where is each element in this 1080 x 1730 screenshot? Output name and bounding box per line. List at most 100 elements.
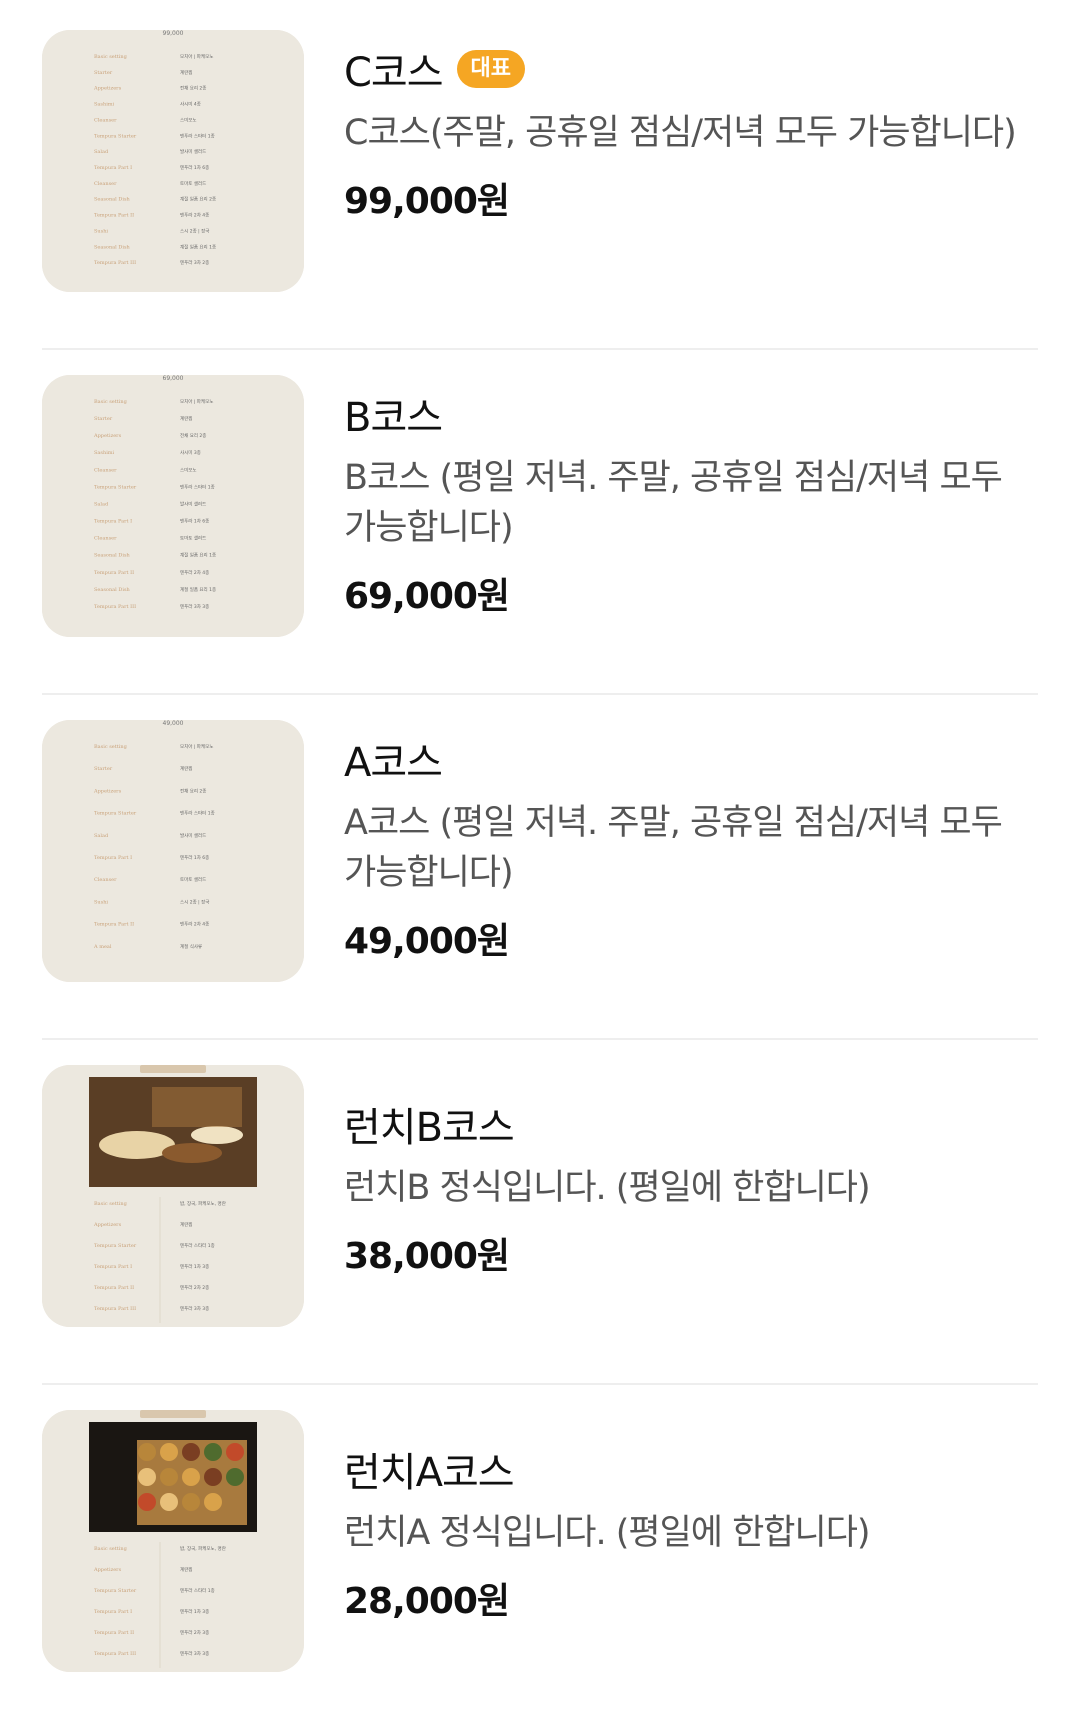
course-menu-thumbnail: 99,000 Basic setting 모치아 | 파케모노 Starter 계란찜 A…	[42, 30, 304, 292]
course-price: 99,000원	[344, 181, 510, 222]
menu-sheet-label: Starter	[94, 766, 113, 772]
menu-sheet-value: 계절 일품 요리 2종	[180, 196, 216, 203]
menu-sheet-value: 텐푸라 1차 6종	[180, 164, 209, 171]
menu-sheet-graphic: Basic setting 밥, 장국, 파케모노, 명란 Appetizers 계란…	[42, 1065, 304, 1327]
menu-sheet-value: 발사미 샐러드	[180, 832, 206, 839]
menu-sheet-value: 계란찜	[180, 69, 192, 76]
menu-sheet-value: 텐푸라 2차 4종	[180, 212, 209, 219]
menu-sheet-value: 텐푸라 스타터 1종	[180, 1242, 215, 1249]
menu-sheet-label: Tempura Part I	[94, 165, 132, 171]
course-name: B코스	[344, 395, 443, 441]
tempura-piece	[160, 1468, 178, 1486]
tempura-piece	[182, 1468, 200, 1486]
menu-sheet-label: A meal	[93, 944, 112, 950]
menu-sheet-label: Tempura Starter	[94, 133, 137, 139]
menu-sheet-label: Tempura Part III	[94, 604, 136, 610]
menu-sheet-value: 발사미 샐러드	[180, 148, 206, 155]
menu-sheet-value: 계절 식사류	[180, 943, 202, 950]
menu-sheet-label: Starter	[94, 416, 113, 422]
menu-sheet-value: 텐푸라 스타터 1종	[180, 483, 215, 490]
menu-sheet-price: 49,000	[163, 720, 184, 727]
course-description: 런치B 정식입니다. (평일에 한합니다)	[344, 1168, 871, 1208]
course-menu-thumbnail: 69,000 Basic setting 모치아 | 파케모노 Starter 계란찜 A…	[42, 375, 304, 637]
menu-sheet-value: 모치아 | 파케모노	[180, 743, 213, 750]
menu-sheet-label: Tempura Part II	[94, 1630, 134, 1636]
menu-sheet-graphic: 49,000 Basic setting 모치아 | 파케모노 Starter 계란찜 A…	[42, 720, 304, 982]
menu-sheet-label: Salad	[94, 501, 109, 507]
tempura-piece	[160, 1493, 178, 1511]
menu-sheet-value: 텐푸라 2차 4종	[180, 921, 209, 928]
tempura-piece	[160, 1443, 178, 1461]
menu-sheet-value: 토마토 샐러드	[180, 535, 206, 542]
menu-item-c-course[interactable]: 99,000 Basic setting 모치아 | 파케모노 Starter 계란찜 A…	[42, 0, 1038, 350]
menu-sheet-value: 텐푸라 1차 3종	[180, 1263, 209, 1270]
course-menu-list: 99,000 Basic setting 모치아 | 파케모노 Starter 계란찜 A…	[0, 0, 1080, 1719]
dish-background-glow	[152, 1087, 242, 1127]
menu-sheet-label: Tempura Part II	[94, 570, 134, 576]
menu-sheet-value: 계절 일품 요리 1종	[180, 243, 216, 250]
menu-item-b-course[interactable]: 69,000 Basic setting 모치아 | 파케모노 Starter 계란찜 A…	[42, 345, 1038, 695]
menu-item-lunch-a-course[interactable]: Basic setting 밥, 장국, 파케모노, 명란 Appetizers 계란…	[42, 1380, 1038, 1730]
menu-sheet-value: 전채 요리 2종	[180, 432, 206, 439]
menu-sheet-value: 텐푸라 3차 3종	[180, 603, 209, 610]
tempura-piece	[204, 1493, 222, 1511]
menu-sheet-label: Cleanser	[94, 877, 117, 883]
menu-sheet-value: 텐푸라 스타터 1종	[180, 132, 215, 139]
menu-sheet-value: 계란찜	[180, 1566, 192, 1573]
menu-sheet-label: Appetizers	[93, 1222, 122, 1228]
menu-sheet-value: 계란찜	[180, 765, 192, 772]
tempura-piece	[226, 1443, 244, 1461]
course-name: C코스	[344, 50, 444, 96]
tempura-piece	[226, 1468, 244, 1486]
menu-sheet-label: Tempura Starter	[94, 484, 137, 490]
menu-sheet-label: Appetizers	[93, 788, 122, 794]
menu-sheet-value: 모치아 | 파케모노	[180, 398, 213, 405]
menu-sheet-value: 스시 2종 | 장국	[180, 898, 209, 905]
menu-sheet-value: 토마토 샐러드	[180, 180, 206, 187]
menu-sheet-value: 텐푸라 1차 3종	[180, 1608, 209, 1615]
menu-sheet-label: Basic setting	[94, 399, 128, 405]
menu-sheet-label: Tempura Part I	[94, 1609, 132, 1615]
menu-sheet-label: Basic setting	[94, 1201, 128, 1207]
menu-sheet-value: 스시 2종 | 장국	[180, 227, 209, 234]
menu-sheet-value: 계절 일품 요리 1종	[180, 586, 216, 593]
menu-sheet-label: Sashimi	[94, 102, 115, 108]
course-description: B코스 (평일 저녁. 주말, 공휴일 점심/저녁 모두 가능합니다)	[344, 458, 1003, 548]
menu-sheet-label: Tempura Starter	[94, 811, 137, 817]
course-name: A코스	[344, 740, 443, 786]
menu-sheet-value: 토마토 샐러드	[180, 876, 206, 883]
menu-sheet-label: Salad	[94, 149, 109, 155]
menu-sheet-graphic: Basic setting 밥, 장국, 파케모노, 명란 Appetizers 계란…	[42, 1410, 304, 1672]
menu-sheet-value: 텐푸라 2차 2종	[180, 1284, 209, 1291]
menu-sheet-label: Tempura Part I	[94, 1264, 132, 1270]
dish-plate	[191, 1126, 243, 1144]
menu-sheet-value: 텐푸라 스타터 1종	[180, 1587, 215, 1594]
course-price: 69,000원	[344, 576, 510, 617]
menu-sheet-label: Tempura Part III	[94, 1651, 136, 1657]
course-menu-thumbnail: 49,000 Basic setting 모치아 | 파케모노 Starter 계란찜 A…	[42, 720, 304, 982]
tempura-piece	[138, 1443, 156, 1461]
menu-item-lunch-b-course[interactable]: Basic setting 밥, 장국, 파케모노, 명란 Appetizers 계란…	[42, 1035, 1038, 1385]
menu-sheet-value: 텐푸라 3차 3종	[180, 1305, 209, 1312]
menu-sheet-value: 발사미 샐러드	[180, 500, 206, 507]
menu-sheet-label: Seasonal Dish	[94, 244, 131, 250]
course-description: 런치A 정식입니다. (평일에 한합니다)	[344, 1513, 871, 1553]
menu-sheet-label: Cleanser	[94, 467, 117, 473]
menu-sheet-label: Tempura Starter	[94, 1243, 137, 1249]
menu-tag-strip	[140, 1410, 206, 1418]
menu-item-a-course[interactable]: 49,000 Basic setting 모치아 | 파케모노 Starter 계란찜 A…	[42, 690, 1038, 1040]
menu-sheet-label: Tempura Starter	[94, 1588, 137, 1594]
course-description: C코스(주말, 공휴일 점심/저녁 모두 가능합니다)	[344, 113, 1017, 153]
menu-sheet-label: Tempura Part I	[94, 855, 132, 861]
menu-sheet-value: 밥, 장국, 파케모노, 명란	[180, 1200, 226, 1207]
course-menu-thumbnail: Basic setting 밥, 장국, 파케모노, 명란 Appetizers 계란…	[42, 1065, 304, 1327]
menu-sheet-label: Starter	[94, 70, 113, 76]
menu-sheet-label: Seasonal Dish	[94, 587, 131, 593]
tempura-piece	[138, 1468, 156, 1486]
menu-sheet-value: 계절 일품 요리 1종	[180, 552, 216, 559]
menu-sheet-value: 텐푸라 2차 4종	[180, 569, 209, 576]
tempura-piece	[182, 1443, 200, 1461]
menu-sheet-price: 69,000	[163, 375, 184, 382]
course-price: 38,000원	[344, 1236, 510, 1277]
menu-sheet-label: Tempura Part III	[94, 1306, 136, 1312]
